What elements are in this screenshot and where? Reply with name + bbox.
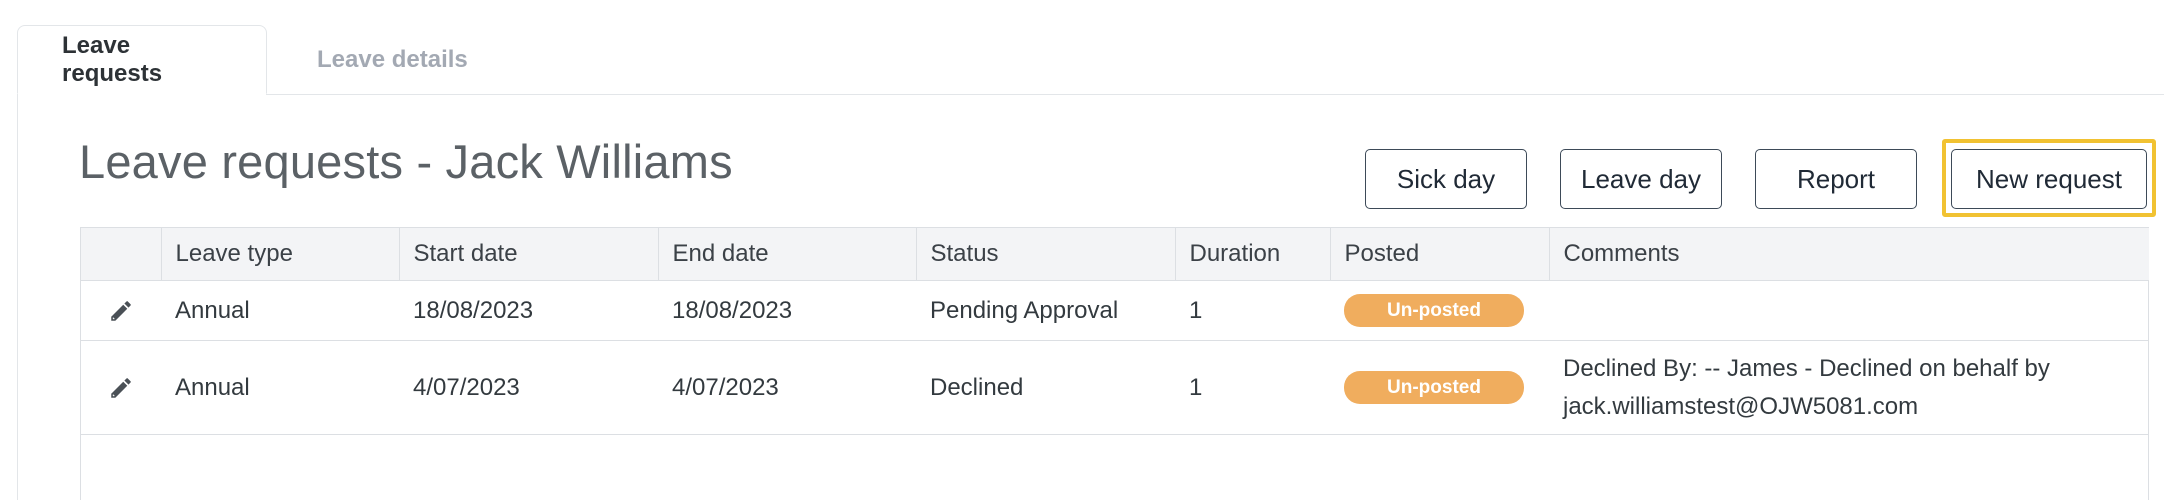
table-row: Annual 18/08/2023 18/08/2023 Pending App… bbox=[81, 280, 2149, 341]
cell-start-date: 4/07/2023 bbox=[399, 340, 658, 435]
table-header-row: Leave type Start date End date Status Du… bbox=[81, 227, 2149, 281]
column-header-end-date[interactable]: End date bbox=[657, 227, 916, 281]
column-header-posted[interactable]: Posted bbox=[1329, 227, 1549, 281]
cell-status: Declined bbox=[916, 340, 1175, 435]
sick-day-button[interactable]: Sick day bbox=[1365, 149, 1527, 209]
new-request-button[interactable]: New request bbox=[1951, 149, 2147, 209]
leave-requests-page: Leave requests Leave details Leave reque… bbox=[0, 0, 2164, 500]
cell-comments: Declined By: -- James - Declined on beha… bbox=[1549, 340, 2149, 435]
page-title: Leave requests - Jack Williams bbox=[79, 135, 733, 188]
panel-border bbox=[17, 94, 18, 500]
tab-leave-requests[interactable]: Leave requests bbox=[17, 25, 267, 94]
cell-start-date: 18/08/2023 bbox=[399, 280, 658, 341]
column-header-start-date[interactable]: Start date bbox=[398, 227, 658, 281]
pencil-icon[interactable] bbox=[108, 298, 134, 324]
cell-posted: Un-posted bbox=[1330, 280, 1549, 341]
tab-bar: Leave requests Leave details bbox=[17, 25, 504, 94]
column-header-edit bbox=[81, 227, 161, 281]
leave-day-button[interactable]: Leave day bbox=[1560, 149, 1722, 209]
table-row: Annual 4/07/2023 4/07/2023 Declined 1 Un… bbox=[81, 340, 2149, 435]
cell-leave-type: Annual bbox=[161, 280, 399, 341]
cell-status: Pending Approval bbox=[916, 280, 1175, 341]
leave-requests-table: Leave type Start date End date Status Du… bbox=[80, 227, 2149, 500]
cell-duration: 1 bbox=[1175, 340, 1330, 435]
cell-duration: 1 bbox=[1175, 280, 1330, 341]
posted-status-badge: Un-posted bbox=[1344, 371, 1524, 404]
edit-cell[interactable] bbox=[81, 340, 161, 435]
cell-leave-type: Annual bbox=[161, 340, 399, 435]
cell-end-date: 18/08/2023 bbox=[658, 280, 916, 341]
tab-divider bbox=[266, 94, 2164, 95]
posted-status-badge: Un-posted bbox=[1344, 294, 1524, 327]
column-header-comments[interactable]: Comments bbox=[1548, 227, 2149, 281]
edit-cell[interactable] bbox=[81, 280, 161, 341]
column-header-leave-type[interactable]: Leave type bbox=[160, 227, 399, 281]
cell-posted: Un-posted bbox=[1330, 340, 1549, 435]
tab-leave-details[interactable]: Leave details bbox=[267, 25, 504, 94]
column-header-duration[interactable]: Duration bbox=[1174, 227, 1330, 281]
column-header-status[interactable]: Status bbox=[915, 227, 1175, 281]
pencil-icon[interactable] bbox=[108, 375, 134, 401]
cell-end-date: 4/07/2023 bbox=[658, 340, 916, 435]
report-button[interactable]: Report bbox=[1755, 149, 1917, 209]
cell-comments bbox=[1549, 280, 2149, 341]
